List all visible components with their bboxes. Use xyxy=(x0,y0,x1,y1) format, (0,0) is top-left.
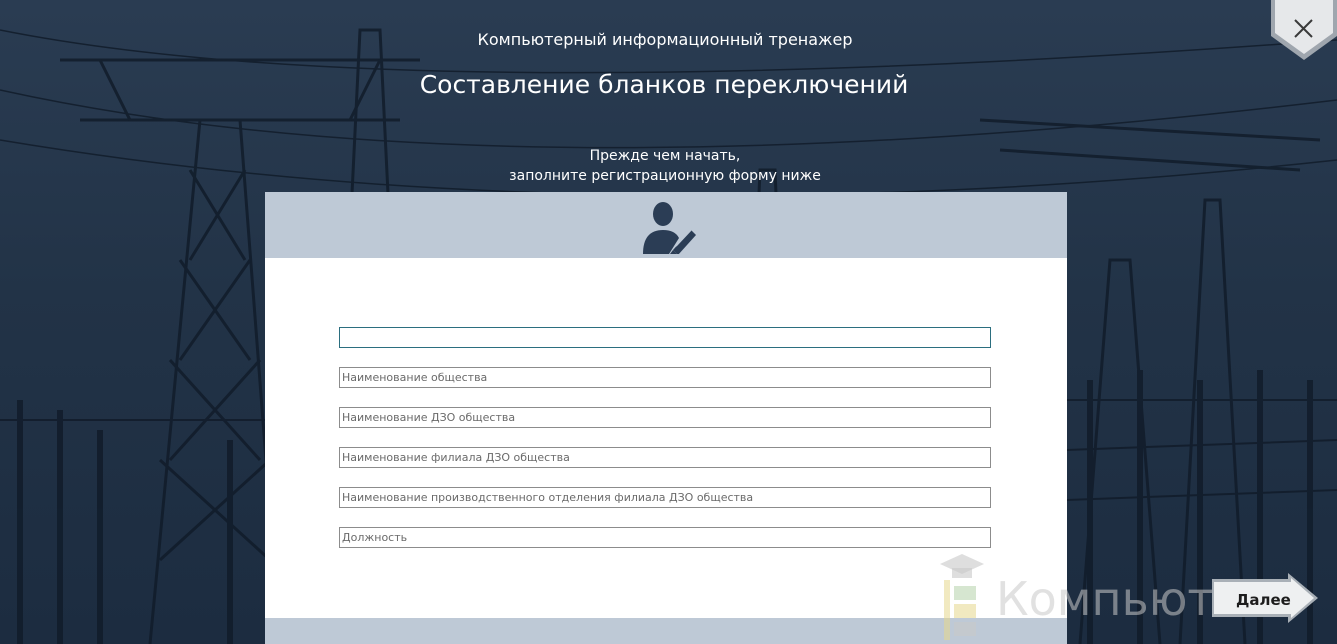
intro-line-1: Прежде чем начать, xyxy=(589,148,741,164)
production-unit-input[interactable] xyxy=(339,487,991,508)
intro-line-2: заполните регистрационную форму ниже xyxy=(509,168,821,184)
company-name-input[interactable] xyxy=(339,367,991,388)
page-title: Составление бланков переключений xyxy=(419,70,909,99)
close-button[interactable] xyxy=(1271,0,1337,60)
subsidiary-name-input[interactable] xyxy=(339,407,991,428)
name-input[interactable] xyxy=(339,327,991,348)
next-button[interactable]: Далее xyxy=(1212,573,1320,623)
app-subtitle: Компьютерный информационный тренажер xyxy=(477,30,853,49)
intro-text: Прежде чем начать, заполните регистрацио… xyxy=(0,146,1330,186)
user-edit-icon xyxy=(643,202,696,254)
close-icon xyxy=(1271,0,1337,60)
form-header xyxy=(265,192,1067,258)
position-input[interactable] xyxy=(339,527,991,548)
next-button-label: Далее xyxy=(1236,591,1291,609)
app-window: Компьютерный информационный тренажер Сос… xyxy=(0,0,1337,644)
registration-form-panel xyxy=(265,192,1067,644)
form-footer xyxy=(265,618,1067,644)
branch-name-input[interactable] xyxy=(339,447,991,468)
